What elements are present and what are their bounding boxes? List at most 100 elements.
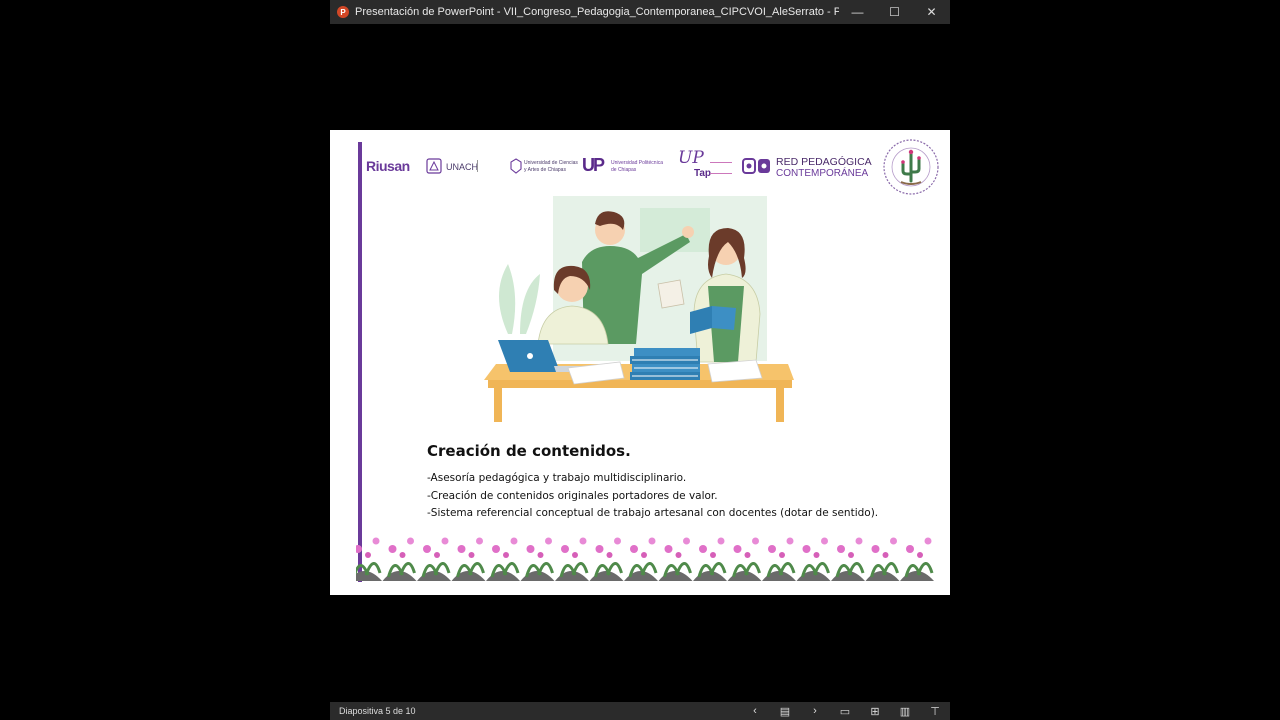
flower-decoration bbox=[821, 537, 828, 545]
flower-decoration bbox=[778, 562, 796, 576]
flower-decoration bbox=[614, 537, 621, 545]
flower-decoration bbox=[510, 537, 518, 545]
flower-decoration bbox=[717, 537, 725, 545]
red-pedagogica-mark-icon bbox=[742, 158, 770, 174]
up-logo-mark: UP bbox=[582, 155, 605, 175]
flower-decoration bbox=[890, 537, 897, 545]
close-button[interactable]: ✕ bbox=[913, 0, 950, 24]
laptop-logo bbox=[527, 353, 533, 359]
powerpoint-window: P Presentación de PowerPoint - VII_Congr… bbox=[330, 0, 950, 720]
flower-decoration bbox=[906, 545, 914, 553]
flower-decoration bbox=[606, 552, 613, 558]
uptap-logo-tap: Tap bbox=[694, 168, 712, 179]
flower-decoration bbox=[882, 552, 889, 558]
flower-decoration bbox=[779, 552, 785, 558]
flower-border-decoration bbox=[356, 537, 934, 581]
logo-strip: Riusan UNACH Universidad de Ciencias y A… bbox=[364, 139, 944, 202]
flower-decoration bbox=[571, 562, 589, 576]
flower-decoration bbox=[372, 537, 380, 545]
desk-papers bbox=[707, 359, 763, 383]
bullet-item: -Sistema referencial conceptual de traba… bbox=[427, 507, 879, 519]
flower-decoration bbox=[882, 562, 899, 576]
riusan-logo: Riusan bbox=[366, 158, 410, 174]
powerpoint-icon: P bbox=[337, 6, 349, 18]
flower-decoration bbox=[855, 537, 863, 545]
flower-decoration bbox=[502, 562, 520, 576]
slide-sorter-icon[interactable]: ⊞ bbox=[860, 702, 890, 720]
team-illustration bbox=[484, 196, 794, 422]
flower-decoration bbox=[476, 537, 483, 545]
unach-divider bbox=[477, 160, 498, 172]
desk-leg bbox=[494, 388, 502, 422]
status-bar: Diapositiva 5 de 10 ‹ ▤ › ▭ ⊞ ▥ ⊤ bbox=[330, 702, 950, 720]
flower-decoration bbox=[526, 545, 535, 553]
flower-decoration bbox=[847, 562, 865, 576]
flower-decoration bbox=[572, 552, 578, 558]
title-bar[interactable]: P Presentación de PowerPoint - VII_Congr… bbox=[330, 0, 950, 24]
unicach-seal-icon bbox=[510, 158, 522, 174]
flower-decoration bbox=[356, 571, 382, 581]
flower-decoration bbox=[837, 545, 845, 553]
flower-decoration bbox=[640, 562, 658, 576]
up-logo-line2: de Chiapas bbox=[611, 167, 637, 173]
unach-logo: UNACH bbox=[446, 162, 479, 172]
slide-accent-bar bbox=[358, 142, 362, 582]
red-pedagogica-line1: RED PEDAGÓGICA bbox=[776, 156, 872, 168]
flower-decoration bbox=[630, 545, 638, 553]
flower-decoration bbox=[813, 562, 830, 576]
flower-decoration bbox=[675, 562, 692, 576]
flower-decoration bbox=[407, 537, 414, 545]
flower-decoration bbox=[561, 545, 569, 553]
plant-leaf bbox=[499, 264, 516, 334]
slideshow-icon[interactable]: ⊤ bbox=[920, 702, 950, 720]
slide-canvas: Riusan UNACH Universidad de Ciencias y A… bbox=[330, 130, 950, 595]
book-stack bbox=[634, 348, 700, 356]
flower-decoration bbox=[924, 537, 932, 545]
flower-decoration bbox=[492, 545, 500, 553]
flower-decoration bbox=[457, 545, 466, 553]
flower-decoration bbox=[786, 537, 794, 545]
slide-counter: Diapositiva 5 de 10 bbox=[339, 706, 416, 716]
bullet-item: -Asesoría pedagógica y trabajo multidisc… bbox=[427, 472, 687, 484]
flower-decoration bbox=[434, 552, 440, 558]
unicach-logo-line1: Universidad de Ciencias bbox=[524, 160, 578, 166]
minimize-button[interactable]: — bbox=[839, 0, 876, 24]
reading-view-icon[interactable]: ▥ bbox=[890, 702, 920, 720]
flower-decoration bbox=[468, 562, 485, 576]
flower-decoration bbox=[871, 545, 880, 553]
maximize-button[interactable]: ☐ bbox=[876, 0, 913, 24]
flower-decoration bbox=[364, 562, 382, 576]
flower-decoration bbox=[606, 562, 623, 576]
flower-decoration bbox=[441, 537, 449, 545]
woman-right-book bbox=[712, 306, 736, 330]
unicach-logo-line2: y Artes de Chiapas bbox=[524, 167, 566, 173]
man-paper bbox=[657, 279, 685, 309]
flower-decoration bbox=[813, 552, 820, 558]
flower-decoration bbox=[433, 562, 451, 576]
desk-edge bbox=[488, 380, 792, 388]
congreso-seal-icon bbox=[883, 139, 939, 195]
flower-decoration bbox=[648, 537, 656, 545]
flower-decoration bbox=[916, 562, 934, 576]
slide-bullet-list: -Asesoría pedagógica y trabajo multidisc… bbox=[427, 470, 878, 523]
up-logo-line1: Universidad Politécnica bbox=[611, 160, 663, 166]
flower-decoration bbox=[699, 545, 707, 553]
flower-decoration bbox=[365, 552, 371, 558]
flower-decoration bbox=[710, 552, 716, 558]
flower-decoration bbox=[388, 545, 397, 553]
flower-decoration bbox=[744, 562, 761, 576]
flower-decoration bbox=[802, 545, 811, 553]
notes-icon[interactable]: ▤ bbox=[770, 702, 800, 720]
flower-decoration bbox=[683, 537, 690, 545]
flower-decoration bbox=[468, 552, 475, 558]
prev-slide-icon[interactable]: ‹ bbox=[740, 702, 770, 720]
uptap-logo-script: UP bbox=[678, 148, 704, 168]
flower-decoration bbox=[503, 552, 509, 558]
window-title: Presentación de PowerPoint - VII_Congres… bbox=[355, 6, 839, 18]
flower-decoration bbox=[768, 545, 776, 553]
normal-view-icon[interactable]: ▭ bbox=[830, 702, 860, 720]
unach-seal-icon bbox=[426, 158, 442, 174]
flower-decoration bbox=[664, 545, 673, 553]
flower-decoration bbox=[709, 562, 727, 576]
next-slide-icon[interactable]: › bbox=[800, 702, 830, 720]
